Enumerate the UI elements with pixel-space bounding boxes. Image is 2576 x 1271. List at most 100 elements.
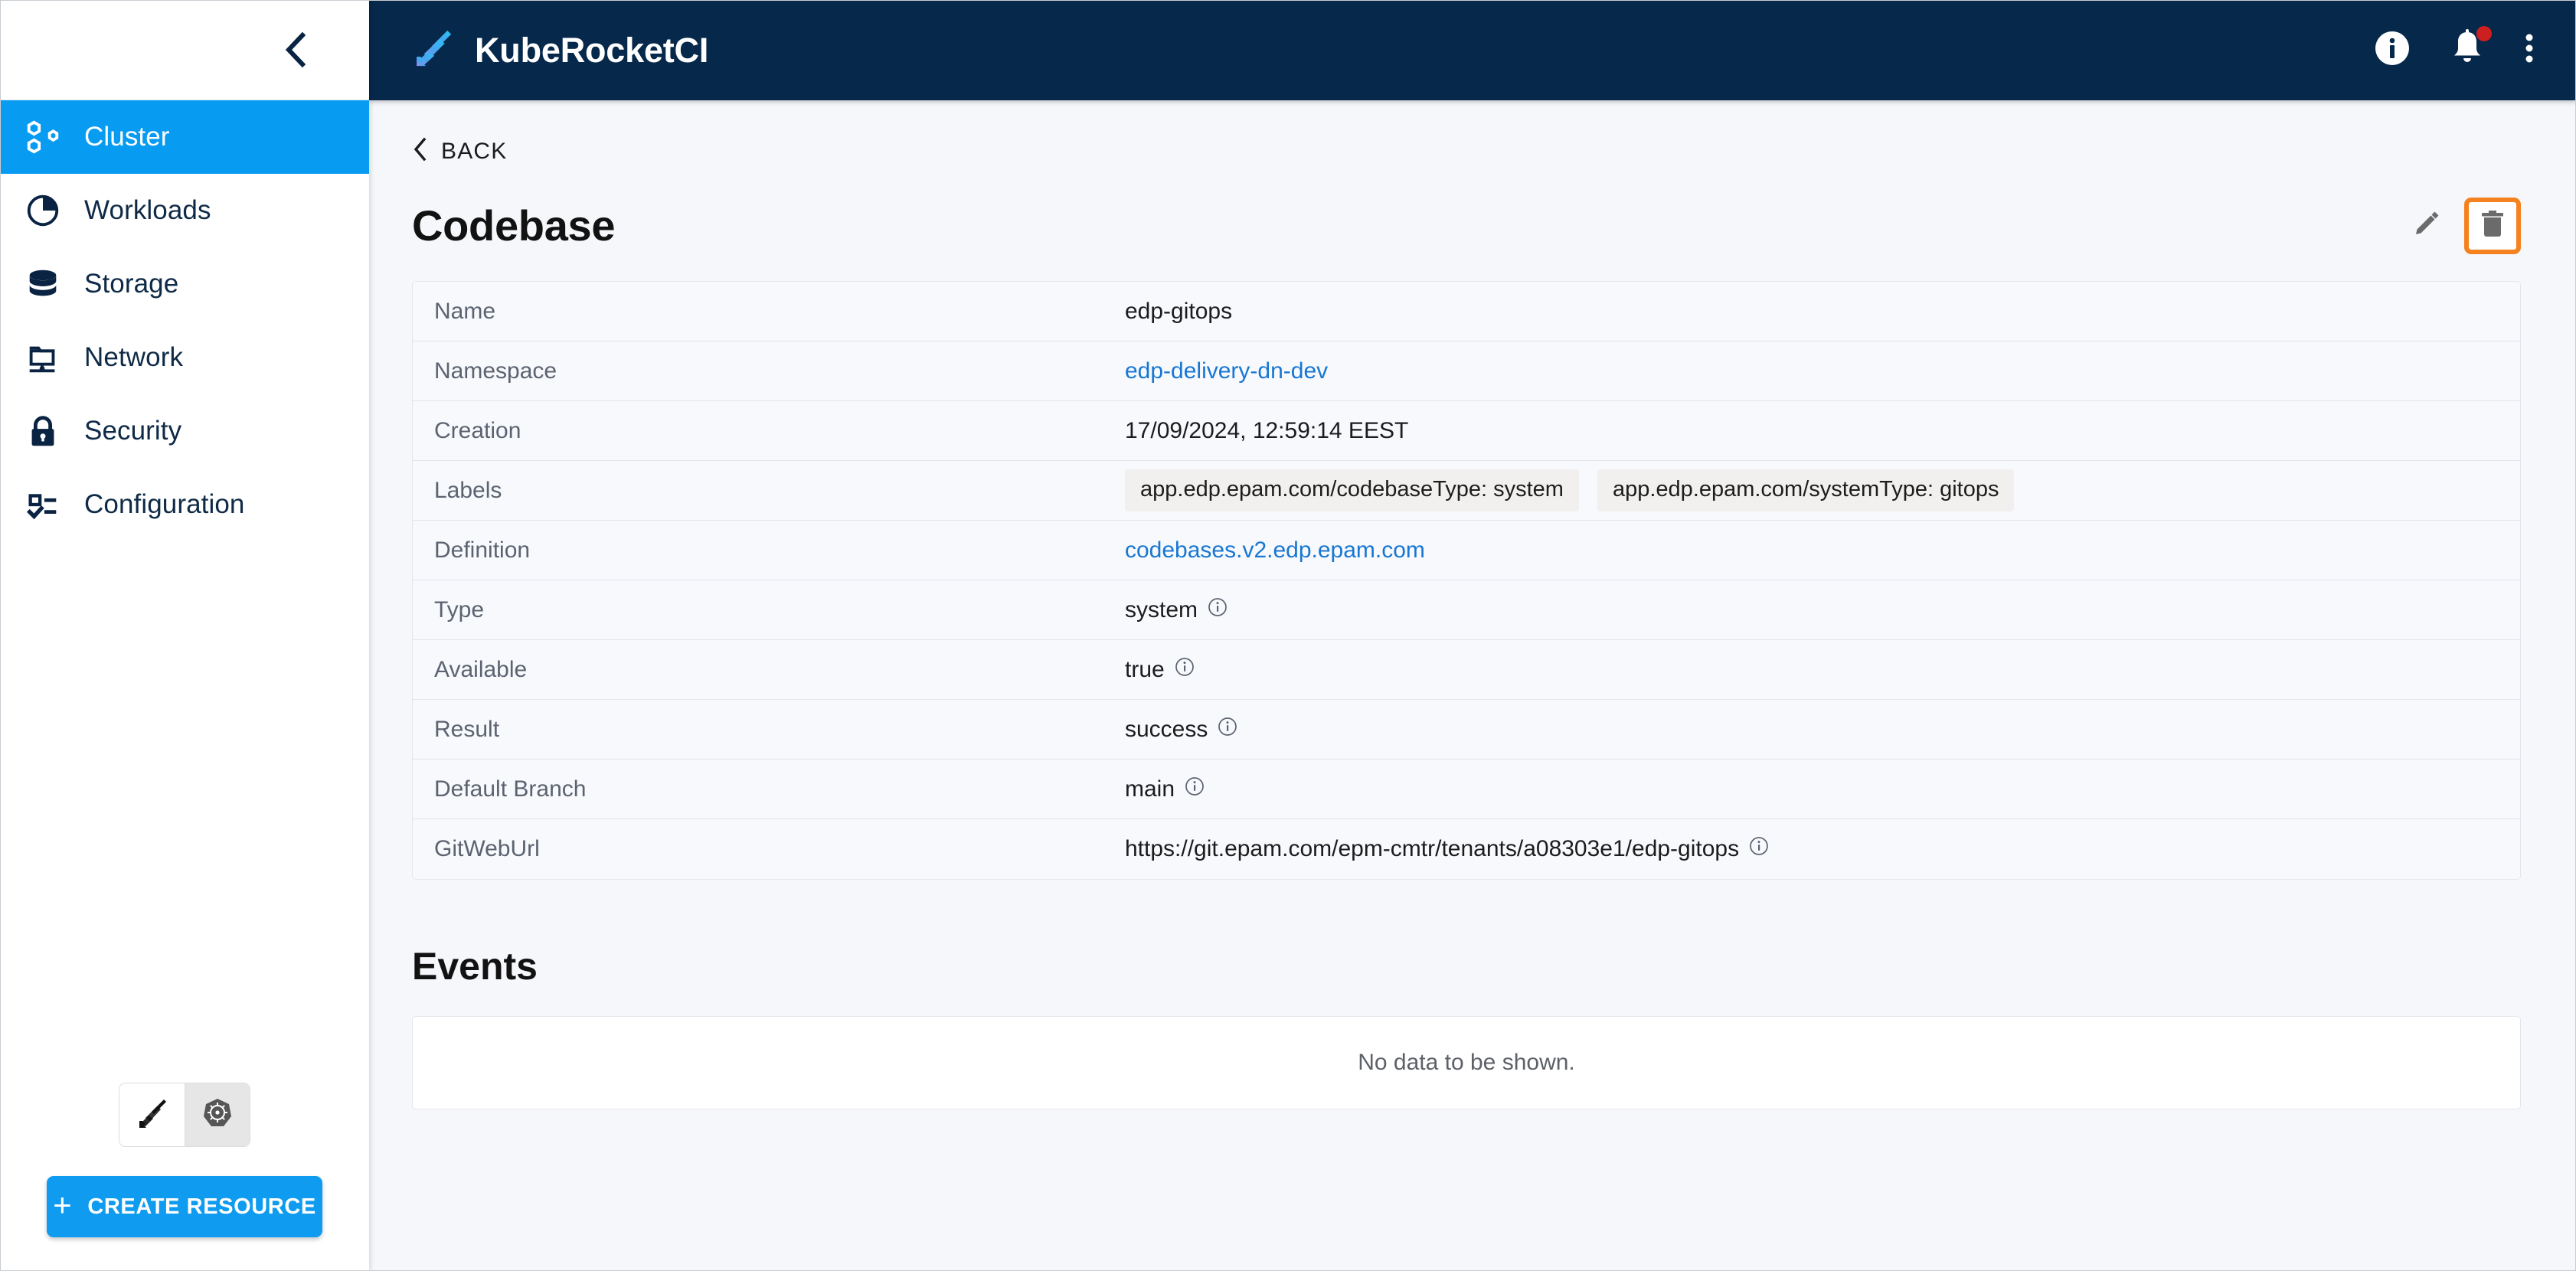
app-root: Cluster Workloads (0, 0, 2576, 1271)
detail-value-text: edp-gitops (1125, 299, 1232, 325)
create-resource-label: CREATE RESOURCE (87, 1194, 316, 1220)
info-outline-icon[interactable] (1218, 717, 1237, 743)
detail-value-text: system (1125, 597, 1198, 623)
detail-value: 17/09/2024, 12:59:14 EEST (1125, 418, 2520, 444)
page-title: Codebase (412, 201, 615, 250)
view-toggle-kubernetes-button[interactable] (185, 1083, 250, 1146)
table-row: Namespace edp-delivery-dn-dev (413, 341, 2520, 401)
sidebar: Cluster Workloads (0, 0, 369, 1271)
table-row: Default Branch main (413, 760, 2520, 819)
info-circle-icon (2372, 28, 2412, 72)
detail-value: edp-delivery-dn-dev (1125, 358, 2520, 384)
sidebar-nav: Cluster Workloads (0, 100, 369, 1083)
namespace-link[interactable]: edp-delivery-dn-dev (1125, 358, 1328, 384)
detail-key: Labels (413, 478, 1125, 504)
detail-value: system (1125, 597, 2520, 623)
sidebar-footer: + CREATE RESOURCE (0, 1083, 369, 1271)
kubernetes-helm-icon (201, 1096, 234, 1134)
info-outline-icon[interactable] (1185, 776, 1205, 802)
codebase-details-table: Name edp-gitops Namespace edp-delivery-d… (412, 281, 2521, 880)
sidebar-collapse-button[interactable] (273, 28, 317, 72)
brand-name: KubeRocketCI (475, 31, 708, 70)
table-row: Labels app.edp.epam.com/codebaseType: sy… (413, 461, 2520, 521)
detail-value-text: 17/09/2024, 12:59:14 EEST (1125, 418, 1408, 444)
sidebar-item-cluster[interactable]: Cluster (0, 100, 369, 174)
detail-value: app.edp.epam.com/codebaseType: system ap… (1125, 469, 2520, 511)
detail-value-text: main (1125, 776, 1175, 802)
notifications-button[interactable] (2447, 28, 2487, 73)
events-title: Events (412, 944, 2521, 988)
page-content: BACK Codebase (369, 100, 2576, 1271)
sidebar-item-label: Configuration (84, 489, 245, 520)
overflow-menu-button[interactable] (2522, 28, 2536, 72)
sidebar-item-label: Network (84, 342, 183, 373)
trash-icon (2479, 208, 2506, 243)
back-label: BACK (441, 139, 508, 165)
events-empty-text: No data to be shown. (1358, 1050, 1575, 1076)
table-row: Type system (413, 580, 2520, 640)
delete-button[interactable] (2469, 202, 2516, 250)
table-row: GitWebUrl https://git.epam.com/epm-cmtr/… (413, 819, 2520, 879)
detail-key: Namespace (413, 358, 1125, 384)
definition-link[interactable]: codebases.v2.edp.epam.com (1125, 537, 1425, 564)
detail-value: edp-gitops (1125, 299, 2520, 325)
detail-key: Name (413, 299, 1125, 325)
view-toggle-kubrocket-button[interactable] (119, 1083, 185, 1146)
sidebar-item-network[interactable]: Network (0, 321, 369, 394)
detail-value: success (1125, 717, 2520, 743)
sidebar-item-security[interactable]: Security (0, 394, 369, 468)
view-toggle-group (119, 1083, 250, 1147)
page-header: Codebase (412, 201, 2521, 250)
sidebar-item-storage[interactable]: Storage (0, 247, 369, 321)
events-card: No data to be shown. (412, 1016, 2521, 1109)
sidebar-item-label: Cluster (84, 122, 170, 152)
checklist-icon (23, 485, 63, 524)
detail-key: Creation (413, 418, 1125, 444)
info-button[interactable] (2372, 28, 2412, 72)
sidebar-item-label: Storage (84, 269, 178, 299)
table-row: Definition codebases.v2.edp.epam.com (413, 521, 2520, 580)
detail-value: true (1125, 657, 2520, 683)
page-actions (2403, 202, 2516, 250)
sidebar-item-label: Workloads (84, 195, 211, 226)
edit-button[interactable] (2403, 202, 2450, 250)
table-row: Name edp-gitops (413, 282, 2520, 341)
topbar-actions (2372, 28, 2536, 73)
top-bar: KubeRocketCI (369, 0, 2576, 100)
table-row: Creation 17/09/2024, 12:59:14 EEST (413, 401, 2520, 461)
detail-value-text: true (1125, 657, 1165, 683)
sidebar-item-label: Security (84, 416, 181, 446)
label-chip: app.edp.epam.com/systemType: gitops (1597, 469, 2015, 511)
chevron-left-icon (283, 31, 307, 68)
detail-key: Result (413, 717, 1125, 743)
detail-key: Type (413, 597, 1125, 623)
notification-badge (2476, 26, 2492, 41)
detail-key: Default Branch (413, 776, 1125, 802)
info-outline-icon[interactable] (1175, 657, 1195, 683)
chevron-left-icon (412, 137, 427, 165)
monitor-network-icon (23, 338, 63, 377)
rocket-feather-icon (412, 27, 455, 74)
sidebar-header (0, 0, 369, 100)
back-button[interactable]: BACK (412, 100, 508, 165)
cluster-nodes-icon (23, 117, 63, 157)
plus-icon: + (53, 1189, 72, 1221)
table-row: Result success (413, 700, 2520, 760)
info-outline-icon[interactable] (1749, 836, 1769, 862)
label-chip: app.edp.epam.com/codebaseType: system (1125, 469, 1579, 511)
label-chips: app.edp.epam.com/codebaseType: system ap… (1125, 469, 2014, 511)
more-vertical-icon (2522, 28, 2536, 72)
detail-key: Definition (413, 537, 1125, 564)
detail-value: codebases.v2.edp.epam.com (1125, 537, 2520, 564)
info-outline-icon[interactable] (1208, 597, 1228, 623)
database-icon (23, 264, 63, 304)
create-resource-button[interactable]: + CREATE RESOURCE (47, 1176, 322, 1237)
sidebar-item-workloads[interactable]: Workloads (0, 174, 369, 247)
pie-chart-icon (23, 191, 63, 230)
brand-logo[interactable]: KubeRocketCI (412, 27, 708, 74)
sidebar-item-configuration[interactable]: Configuration (0, 468, 369, 541)
rocket-feather-icon (135, 1096, 170, 1135)
detail-value-text: success (1125, 717, 1208, 743)
lock-icon (23, 411, 63, 451)
pencil-icon (2411, 208, 2442, 243)
